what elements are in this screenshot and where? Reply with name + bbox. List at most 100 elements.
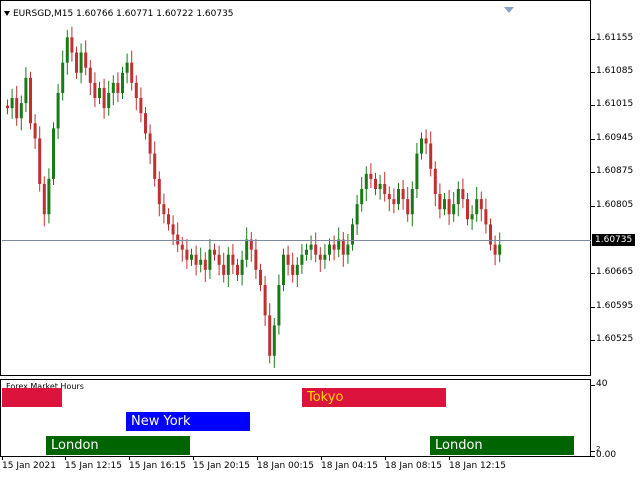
candle [144,107,147,140]
chart-shift-marker-icon[interactable] [504,7,514,13]
time-tick: 15 Jan 12:15 [65,457,122,471]
candle [217,245,221,276]
price-tick: 1.60525 [590,334,633,344]
candle [277,274,281,335]
candle [61,50,65,101]
time-tick: 15 Jan 20:15 [193,457,250,471]
candle [236,258,239,281]
time-tick: 18 Jan 08:15 [385,457,442,471]
candle [157,171,161,217]
candle [397,182,400,211]
symbol-info: EURSGD,M15 1.60766 1.60771 1.60722 1.607… [4,9,234,19]
session-bar-new-york: New York [126,412,250,431]
candle [38,126,42,192]
candle [461,178,465,209]
candle [167,208,170,231]
candle [420,132,423,160]
candle [364,166,368,202]
candle [305,243,308,261]
session-bar-london: London [430,436,574,455]
candle [374,172,377,196]
candle [447,190,451,225]
candle [489,218,492,251]
candle [33,114,37,150]
candle [369,163,373,188]
candle [259,263,262,292]
candle [429,131,433,177]
candle [406,186,410,222]
current-price-line [2,240,591,241]
candle [134,75,138,111]
candle [272,317,276,368]
price-tick: 1.61155 [590,33,633,43]
price-tick: 1.61085 [590,66,633,76]
candle [121,66,124,100]
time-axis: 15 Jan 2021 15 Jan 12:15 15 Jan 16:15 15… [0,457,640,480]
candle [337,227,341,258]
candle [286,245,290,276]
time-tick: 18 Jan 00:15 [257,457,314,471]
candle [203,252,207,282]
candle [245,227,249,268]
candle [249,231,253,262]
candle [93,72,97,108]
candle [199,247,203,273]
candle [318,247,322,272]
candle [360,176,364,212]
candle [452,192,456,222]
candle [323,244,327,269]
candle [79,43,83,84]
candle [268,303,272,364]
candle [387,186,391,212]
price-chart-panel[interactable]: EURSGD,M15 1.60766 1.60771 1.60722 1.607… [0,0,591,376]
time-tick: 18 Jan 04:15 [321,457,378,471]
collapse-arrow-icon[interactable] [4,11,10,16]
candle [263,275,267,326]
candle [70,26,74,62]
candle [300,244,304,274]
indicator-axis-tick: 40 [590,379,607,389]
candle [176,222,180,253]
candle [47,168,51,224]
candle [213,243,216,261]
candle [378,174,382,200]
candle [98,81,101,105]
candle [194,245,198,276]
candle [438,183,442,219]
price-tick: 1.60595 [590,301,633,311]
price-tick: 1.60665 [590,267,633,277]
candle [443,193,446,216]
session-bar-tokyo: Tokyo [302,388,446,407]
candle [341,231,345,267]
candle [29,71,32,130]
candle [470,205,474,230]
candle [88,60,92,95]
candle [456,181,460,217]
candle [148,124,152,165]
candle [10,88,14,119]
session-bar-london: London [46,436,190,455]
time-tick: 15 Jan 16:15 [129,457,186,471]
candle [56,83,60,139]
candle [111,75,115,106]
candle [231,244,235,274]
candle [116,72,120,103]
candle [314,232,318,263]
candle [424,129,428,155]
candle [466,193,469,226]
symbol-ohlc-text: EURSGD,M15 1.60766 1.60771 1.60722 1.607… [13,9,234,19]
candle [139,87,143,123]
candle [208,239,212,279]
candle [15,85,19,126]
candle [415,143,419,199]
candle [392,188,396,214]
candlestick-series [6,26,502,368]
candle [19,95,23,131]
candle [291,252,295,283]
candle [479,191,483,222]
time-tick: 15 Jan 2021 [2,457,56,471]
candle [346,233,350,264]
candle [125,53,129,84]
candle [24,67,28,113]
candle [153,141,157,187]
